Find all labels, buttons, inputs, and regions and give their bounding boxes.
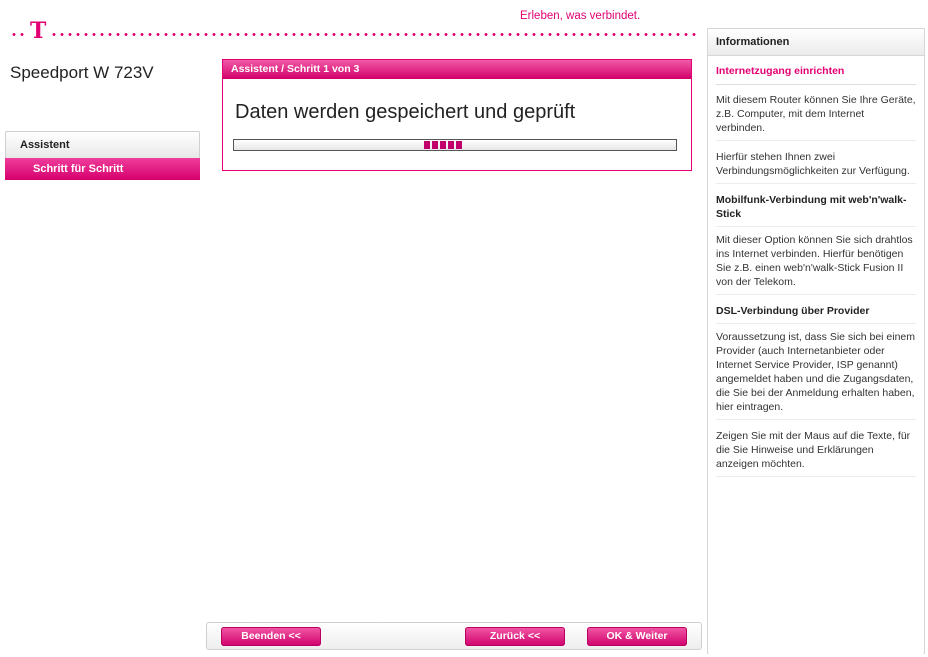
progress-block <box>440 141 446 149</box>
sidebar-item-assistent[interactable]: Assistent <box>5 131 200 158</box>
end-button[interactable]: Beenden << <box>221 627 321 646</box>
progress-bar <box>233 139 677 151</box>
button-bar: Beenden << Zurück << OK & Weiter <box>206 622 702 650</box>
info-subheading: Mobilfunk-Verbindung mit web'n'walk-Stic… <box>716 193 916 227</box>
progress-block <box>456 141 462 149</box>
sidebar-nav: Assistent Schritt für Schritt <box>5 131 200 180</box>
progress-block <box>432 141 438 149</box>
info-sidebar: Informationen Internetzugang einrichten … <box>707 28 925 654</box>
progress-block <box>424 141 430 149</box>
ok-next-button[interactable]: OK & Weiter <box>587 627 687 646</box>
info-paragraph: Hierfür stehen Ihnen zwei Verbindungsmög… <box>716 150 916 184</box>
slogan-text: Erleben, was verbindet. <box>520 10 641 22</box>
dotted-line-decoration <box>10 33 700 36</box>
assistant-panel: Assistent / Schritt 1 von 3 Daten werden… <box>222 59 692 171</box>
info-body: Internetzugang einrichten Mit diesem Rou… <box>708 56 924 477</box>
info-paragraph: Voraussetzung ist, dass Sie sich bei ein… <box>716 330 916 420</box>
device-name: Speedport W 723V <box>10 63 154 82</box>
sidebar-item-schritt-fuer-schritt[interactable]: Schritt für Schritt <box>5 158 200 180</box>
info-paragraph: Mit dieser Option können Sie sich drahtl… <box>716 233 916 295</box>
telekom-logo: T <box>10 20 700 42</box>
panel-header: Assistent / Schritt 1 von 3 <box>223 60 691 79</box>
t-logo-icon: T <box>28 18 49 44</box>
info-paragraph: Mit diesem Router können Sie Ihre Geräte… <box>716 93 916 141</box>
progress-block <box>448 141 454 149</box>
info-header: Informationen <box>708 28 924 56</box>
page-title: Daten werden gespeichert und geprüft <box>235 101 576 123</box>
info-title: Internetzugang einrichten <box>716 64 916 85</box>
info-subheading: DSL-Verbindung über Provider <box>716 304 916 324</box>
info-paragraph: Zeigen Sie mit der Maus auf die Texte, f… <box>716 429 916 477</box>
progress-indicator <box>424 141 462 149</box>
back-button[interactable]: Zurück << <box>465 627 565 646</box>
